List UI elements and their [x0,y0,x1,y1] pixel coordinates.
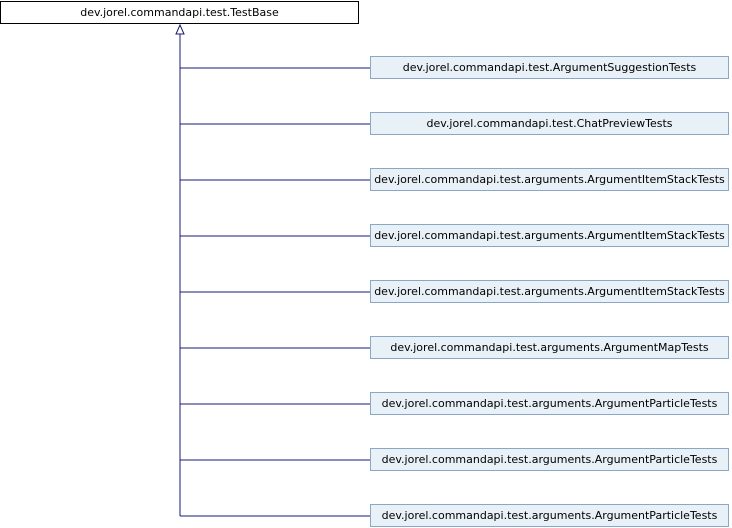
subclass-node[interactable]: dev.jorel.commandapi.test.ChatPreviewTes… [370,112,729,135]
subclass-node[interactable]: dev.jorel.commandapi.test.arguments.Argu… [370,504,729,527]
subclass-node[interactable]: dev.jorel.commandapi.test.arguments.Argu… [370,224,729,247]
subclass-label: dev.jorel.commandapi.test.arguments.Argu… [374,173,725,186]
subclass-node[interactable]: dev.jorel.commandapi.test.arguments.Argu… [370,280,729,303]
inheritance-diagram: dev.jorel.commandapi.test.TestBase dev.j… [0,0,732,528]
subclass-label: dev.jorel.commandapi.test.arguments.Argu… [374,229,725,242]
subclass-label: dev.jorel.commandapi.test.ChatPreviewTes… [426,117,673,130]
inheritance-arrowhead-icon [175,23,185,35]
subclass-label: dev.jorel.commandapi.test.arguments.Argu… [381,509,718,522]
subclass-node[interactable]: dev.jorel.commandapi.test.arguments.Argu… [370,336,729,359]
subclass-node[interactable]: dev.jorel.commandapi.test.ArgumentSugges… [370,56,729,79]
subclass-label: dev.jorel.commandapi.test.arguments.Argu… [381,453,718,466]
base-class-node[interactable]: dev.jorel.commandapi.test.TestBase [0,1,359,24]
subclass-node[interactable]: dev.jorel.commandapi.test.arguments.Argu… [370,448,729,471]
subclass-node[interactable]: dev.jorel.commandapi.test.arguments.Argu… [370,392,729,415]
subclass-node[interactable]: dev.jorel.commandapi.test.arguments.Argu… [370,168,729,191]
subclass-label: dev.jorel.commandapi.test.arguments.Argu… [381,397,718,410]
subclass-label: dev.jorel.commandapi.test.ArgumentSugges… [402,61,697,74]
base-class-label: dev.jorel.commandapi.test.TestBase [80,6,279,19]
subclass-label: dev.jorel.commandapi.test.arguments.Argu… [390,341,709,354]
subclass-label: dev.jorel.commandapi.test.arguments.Argu… [374,285,725,298]
